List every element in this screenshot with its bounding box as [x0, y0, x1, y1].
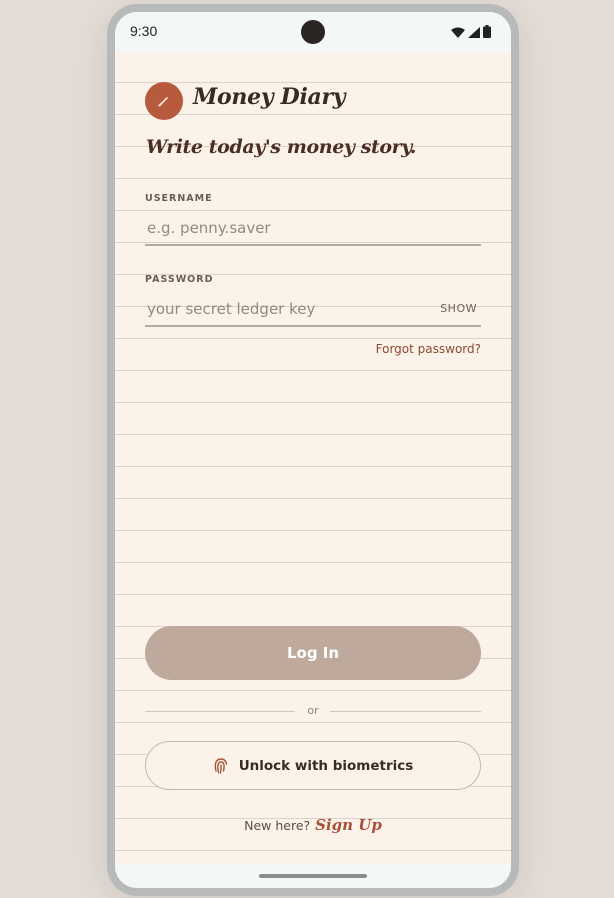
username-label: USERNAME: [145, 193, 213, 204]
signup-link[interactable]: Sign Up: [315, 816, 382, 834]
tagline: Write today's money story.: [146, 136, 416, 158]
navigation-bar: [115, 864, 511, 888]
username-input[interactable]: [145, 212, 425, 244]
pen-icon: [158, 97, 168, 107]
password-label: PASSWORD: [145, 274, 214, 285]
biometrics-button[interactable]: Unlock with biometrics: [145, 741, 481, 790]
cellular-icon: [468, 27, 480, 38]
signup-row: New here? Sign Up: [115, 816, 511, 834]
password-input[interactable]: [145, 293, 425, 325]
forgot-password-link[interactable]: Forgot password?: [376, 342, 481, 356]
login-button[interactable]: Log In: [145, 626, 481, 680]
status-bar: 9:30: [115, 12, 511, 52]
or-divider: or: [145, 704, 481, 717]
app-title: Money Diary: [193, 84, 346, 110]
wifi-icon: [451, 27, 465, 38]
status-icons: [451, 25, 491, 38]
password-field-container: SHOW: [145, 293, 481, 327]
app-logo: [145, 82, 183, 120]
home-gesture-handle[interactable]: [259, 874, 367, 878]
fingerprint-icon: [214, 757, 227, 774]
username-field-container: [145, 212, 481, 246]
show-password-button[interactable]: SHOW: [440, 302, 477, 315]
battery-icon: [483, 25, 491, 38]
screen: 9:30 Money Diary Write today's money sto…: [115, 12, 511, 888]
status-time: 9:30: [130, 23, 158, 39]
biometrics-label: Unlock with biometrics: [238, 757, 414, 774]
camera-cutout: [301, 20, 325, 44]
signup-prompt: New here?: [244, 818, 311, 833]
phone-frame: 9:30 Money Diary Write today's money sto…: [107, 4, 519, 896]
divider-line-right: [330, 711, 481, 712]
